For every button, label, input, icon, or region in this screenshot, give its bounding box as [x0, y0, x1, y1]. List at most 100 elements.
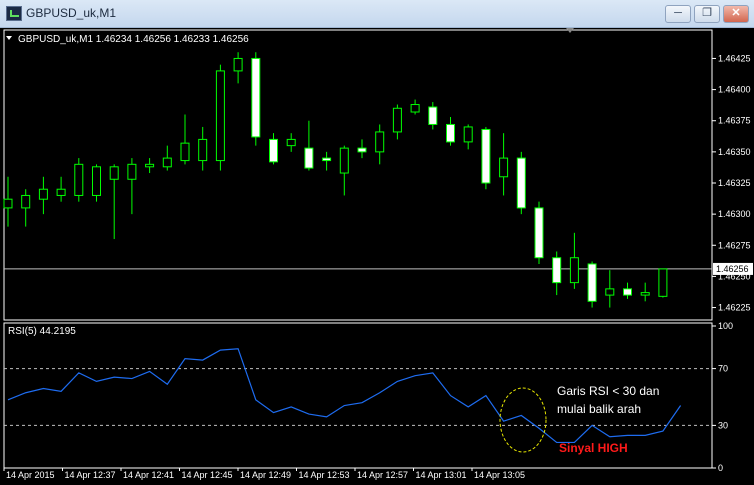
candle-body — [446, 123, 455, 143]
close-icon: ✕ — [731, 7, 741, 19]
candle — [463, 124, 473, 150]
rsi-tick-label: 30 — [718, 420, 728, 430]
chart-area[interactable]: 1.46425 1.46400 1.46375 1.46350 1.46325 1.463… — [0, 28, 754, 485]
time-tick-label: 14 Apr 12:53 — [299, 470, 350, 480]
candle-body — [269, 138, 278, 163]
rsi-tick-label: 70 — [718, 364, 728, 374]
candle-body — [233, 57, 243, 72]
time-tick-label: 14 Apr 13:01 — [416, 470, 467, 480]
panel-dropdown-icon[interactable] — [6, 36, 12, 40]
time-tick-label: 14 Apr 2015 — [6, 470, 55, 480]
candle — [180, 114, 190, 165]
candle — [481, 126, 491, 190]
candle-body — [92, 166, 101, 196]
candle-body — [215, 70, 225, 162]
candle-body — [127, 163, 137, 180]
restore-icon: ❐ — [702, 7, 712, 19]
candle — [357, 139, 367, 159]
candle — [640, 282, 650, 302]
candle — [56, 176, 66, 202]
minimize-icon: ─ — [674, 7, 682, 19]
time-tick-label: 14 Apr 12:41 — [123, 470, 174, 480]
candle-body — [428, 106, 438, 125]
candle-body — [180, 142, 190, 162]
close-button[interactable]: ✕ — [723, 5, 749, 23]
candle — [198, 126, 208, 171]
candle — [428, 102, 438, 130]
candle-body — [322, 157, 332, 162]
candle — [392, 104, 402, 140]
candle — [92, 164, 101, 202]
annotation-line1: Garis RSI < 30 dan — [557, 384, 659, 398]
candle — [605, 270, 615, 308]
restore-button[interactable]: ❐ — [694, 5, 720, 23]
chart-app-icon — [6, 6, 22, 21]
price-tick-label: 1.46350 — [718, 147, 751, 157]
chart-canvas[interactable]: 1.46425 1.46400 1.46375 1.46350 1.46325 1.463… — [0, 28, 754, 485]
candle — [446, 116, 455, 146]
candle-body — [605, 288, 615, 296]
candle-body — [38, 188, 48, 200]
time-tick-label: 14 Apr 12:57 — [357, 470, 408, 480]
candle — [109, 164, 119, 240]
candle — [658, 268, 668, 298]
candle — [162, 145, 172, 171]
candle — [38, 176, 48, 215]
candle-body — [587, 263, 597, 302]
price-panel[interactable] — [3, 28, 713, 321]
candle-body — [198, 138, 208, 162]
signal-label: Sinyal HIGH — [559, 441, 628, 455]
candle-body — [569, 257, 579, 284]
candle-body — [552, 257, 562, 284]
candle-body — [623, 288, 632, 296]
candle-body — [109, 166, 119, 180]
candle-body — [304, 147, 314, 169]
candle-body — [463, 126, 473, 143]
candle-body — [357, 147, 367, 153]
rsi-tick-label: 0 — [718, 463, 723, 473]
candle — [286, 133, 296, 152]
candle — [534, 201, 544, 264]
candle-body — [145, 163, 155, 168]
window-titlebar[interactable]: GBPUSD_uk,M1 ─ ❐ ✕ — [0, 0, 754, 28]
price-tick-label: 1.46425 — [718, 53, 751, 63]
candle — [375, 124, 385, 165]
candle — [552, 251, 562, 296]
price-tick-label: 1.46300 — [718, 209, 751, 219]
candle-body — [3, 198, 13, 209]
candle — [251, 52, 261, 146]
candle-body — [516, 157, 526, 209]
rsi-tick-label: 100 — [718, 321, 733, 331]
candle-body — [286, 138, 296, 147]
axes: 1.46425 1.46400 1.46375 1.46350 1.46325 1.463… — [3, 53, 753, 480]
window-title: GBPUSD_uk,M1 — [26, 6, 117, 20]
candle — [516, 151, 526, 215]
candle-body — [375, 131, 385, 153]
candle — [215, 64, 225, 171]
price-panel-header: GBPUSD_uk,M1 1.46234 1.46256 1.46233 1.4… — [18, 34, 249, 45]
candle — [569, 232, 579, 289]
candle-body — [481, 128, 491, 184]
candle — [233, 52, 243, 84]
candle — [145, 158, 155, 174]
candle — [3, 176, 13, 227]
candle-body — [534, 207, 544, 259]
price-tick-label: 1.46275 — [718, 240, 751, 250]
minimize-button[interactable]: ─ — [665, 5, 691, 23]
time-tick-label: 14 Apr 12:45 — [182, 470, 233, 480]
candle — [304, 120, 314, 171]
candle — [499, 133, 509, 196]
candle — [410, 99, 420, 115]
candle-body — [162, 157, 172, 168]
annotation-line2: mulai balik arah — [557, 402, 641, 416]
time-tick-label: 14 Apr 12:49 — [240, 470, 291, 480]
candle-body — [56, 188, 66, 196]
candle — [339, 145, 349, 196]
current-price-label: 1.46256 — [716, 264, 749, 274]
time-tick-label: 14 Apr 13:05 — [474, 470, 525, 480]
candle-body — [410, 104, 420, 113]
rsi-panel-header: RSI(5) 44.2195 — [8, 326, 76, 337]
annotation: Garis RSI < 30 dan mulai balik arah Siny… — [499, 384, 659, 455]
candle-body — [658, 268, 668, 297]
candle-body — [251, 57, 261, 138]
